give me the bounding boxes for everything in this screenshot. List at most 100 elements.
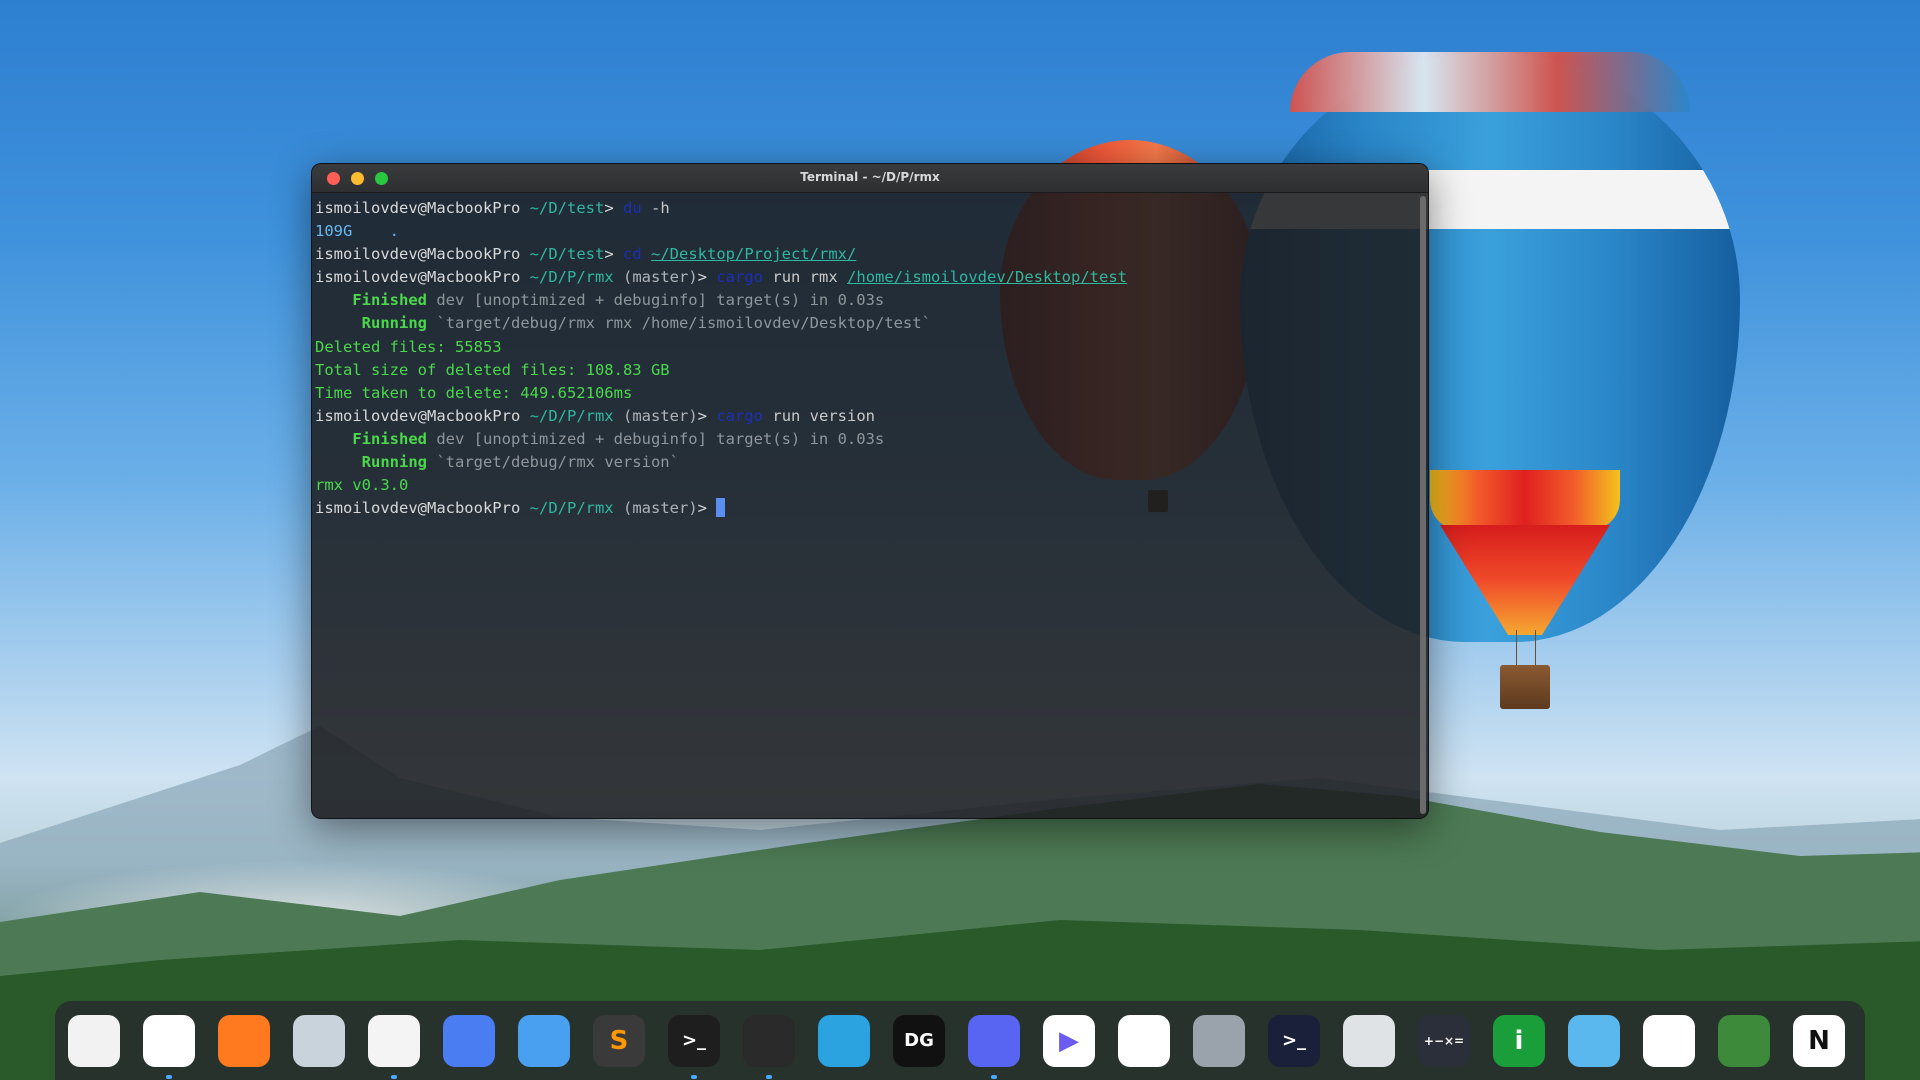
terminal-line: Running `target/debug/rmx rmx /home/ismo… [315,312,1415,335]
terminal-line: ismoilovdev@MacbookPro ~/D/P/rmx (master… [315,497,1415,520]
terminal-scrollbar[interactable] [1420,196,1426,814]
prompt-branch: (master) [623,406,698,425]
dock-item-calculator[interactable]: +−×= [1418,1014,1470,1067]
running-indicator [991,1074,997,1079]
terminal-line: ismoilovdev@MacbookPro ~/D/P/rmx (master… [315,266,1415,289]
prompt-path: ~/D/test [529,199,605,217]
terminal-line: Time taken to delete: 449.652106ms [315,382,1415,405]
output-text: Total size of deleted files: 108.83 GB [315,360,670,379]
prompt-branch: (master) [623,268,698,287]
prompt-branch: (master) [623,499,698,518]
terminal-line: Deleted files: 55853 [315,336,1415,359]
text-cursor[interactable] [716,498,726,518]
prompt-path: ~/D/P/rmx [529,268,614,287]
datagrip-icon: DG [904,1030,934,1051]
notion-icon: N [1808,1025,1830,1056]
terminal-line: Finished dev [unoptimized + debuginfo] t… [315,428,1415,451]
dock-item-vscode[interactable] [743,1014,795,1079]
dock-item-terminal[interactable]: >_ [668,1014,720,1079]
command-name: cargo [716,406,764,425]
prompt-path: ~/D/P/rmx [529,406,614,425]
command-name: cargo [716,268,764,287]
command-args: run version [772,406,876,425]
running-indicator [391,1074,397,1079]
cargo-status-keyword: Finished [352,429,427,448]
dock-item-photos[interactable] [1118,1014,1170,1067]
output-text: `target/debug/rmx version` [436,453,679,472]
dock-item-sublime-text[interactable]: S [593,1014,645,1067]
dock-item-shell-app[interactable]: >_ [1268,1014,1320,1067]
terminal-line: Total size of deleted files: 108.83 GB [315,359,1415,382]
dock-item-network-app[interactable] [1568,1014,1620,1067]
sublime-text-icon: S [609,1025,629,1056]
dock-item-trash[interactable] [1343,1014,1395,1067]
dock-item-zoom[interactable] [443,1014,495,1067]
dock-item-notion[interactable]: N [1793,1014,1845,1067]
prompt-user: ismoilovdev@MacbookPro [315,406,521,425]
wallpaper-balloon-large-crown [1290,52,1690,112]
wallpaper-balloon-large-basket [1500,665,1550,709]
terminal-output[interactable]: ismoilovdev@MacbookPro ~/D/test> du -h 10… [312,193,1418,818]
prompt-symbol: > [604,245,614,264]
running-indicator [691,1074,697,1079]
command-args: -h [651,199,670,217]
dock-item-screenshot[interactable] [293,1014,345,1067]
terminal-line: rmx v0.3.0 [315,474,1415,497]
prompt-path: ~/D/test [529,245,605,264]
wallpaper-balloon-large-ropes [1516,630,1536,666]
dock-item-disk-utility[interactable] [1193,1014,1245,1067]
terminal-line: Running `target/debug/rmx version` [315,451,1415,474]
output-text: Deleted files: 55853 [315,337,502,356]
wallpaper-balloon-large-stripe [1430,470,1620,530]
terminal-line: ismoilovdev@MacbookPro ~/D/test> cd ~/De… [315,243,1415,266]
dock: S >_ DG ▶ >_ +−×= i N [55,1001,1865,1080]
dock-item-datagrip[interactable]: DG [893,1014,945,1067]
command-path-arg[interactable]: /home/ismoilovdev/Desktop/test [847,268,1127,286]
terminal-window[interactable]: Terminal - ~/D/P/rmx ismoilovdev@Macbook… [311,163,1429,819]
window-titlebar[interactable]: Terminal - ~/D/P/rmx [312,164,1428,193]
prompt-symbol: > [604,199,614,217]
media-player-icon: ▶ [1059,1025,1079,1056]
command-path-arg[interactable]: ~/Desktop/Project/rmx/ [651,245,856,263]
terminal-line: 109G . [315,220,1415,243]
running-indicator [166,1074,172,1079]
output-text: Time taken to delete: 449.652106ms [315,383,633,402]
prompt-symbol: > [697,268,707,287]
prompt-user: ismoilovdev@MacbookPro [315,268,521,287]
dock-item-system-info[interactable]: i [1493,1014,1545,1067]
command-name: du [623,199,642,217]
dock-item-launchpad[interactable] [68,1014,120,1067]
system-info-icon: i [1514,1025,1524,1056]
prompt-path: ~/D/P/rmx [529,499,614,518]
dock-item-media-player[interactable]: ▶ [1043,1014,1095,1067]
dock-item-text-editor[interactable] [368,1014,420,1079]
output-text: dev [unoptimized + debuginfo] target(s) … [436,429,885,448]
prompt-user: ismoilovdev@MacbookPro [315,199,521,217]
window-title: Terminal - ~/D/P/rmx [800,170,940,184]
terminal-icon: >_ [681,1030,707,1051]
calculator-icon: +−×= [1423,1033,1465,1048]
terminal-line: ismoilovdev@MacbookPro ~/D/test> du -h [315,197,1415,220]
running-indicator [766,1074,772,1079]
prompt-symbol: > [697,499,707,518]
command-args: run rmx [772,268,838,287]
output-text: dev [unoptimized + debuginfo] target(s) … [436,291,885,310]
dock-item-firefox[interactable] [218,1014,270,1067]
output-text: 109G [315,222,353,241]
cargo-status-keyword: Running [361,314,427,333]
dock-item-finder[interactable] [518,1014,570,1067]
command-name: cd [623,245,642,264]
dock-item-telegram[interactable] [818,1014,870,1067]
output-text: . [389,222,399,241]
prompt-symbol: > [697,406,707,425]
terminal-line: Finished dev [unoptimized + debuginfo] t… [315,289,1415,312]
prompt-user: ismoilovdev@MacbookPro [315,499,521,518]
prompt-user: ismoilovdev@MacbookPro [315,245,521,264]
cargo-status-keyword: Running [361,453,427,472]
dock-item-edge[interactable] [1643,1014,1695,1067]
dock-item-android-studio[interactable] [1718,1014,1770,1067]
cargo-status-keyword: Finished [352,291,427,310]
dock-item-chrome[interactable] [143,1014,195,1079]
terminal-line: ismoilovdev@MacbookPro ~/D/P/rmx (master… [315,405,1415,428]
dock-item-discord[interactable] [968,1014,1020,1079]
